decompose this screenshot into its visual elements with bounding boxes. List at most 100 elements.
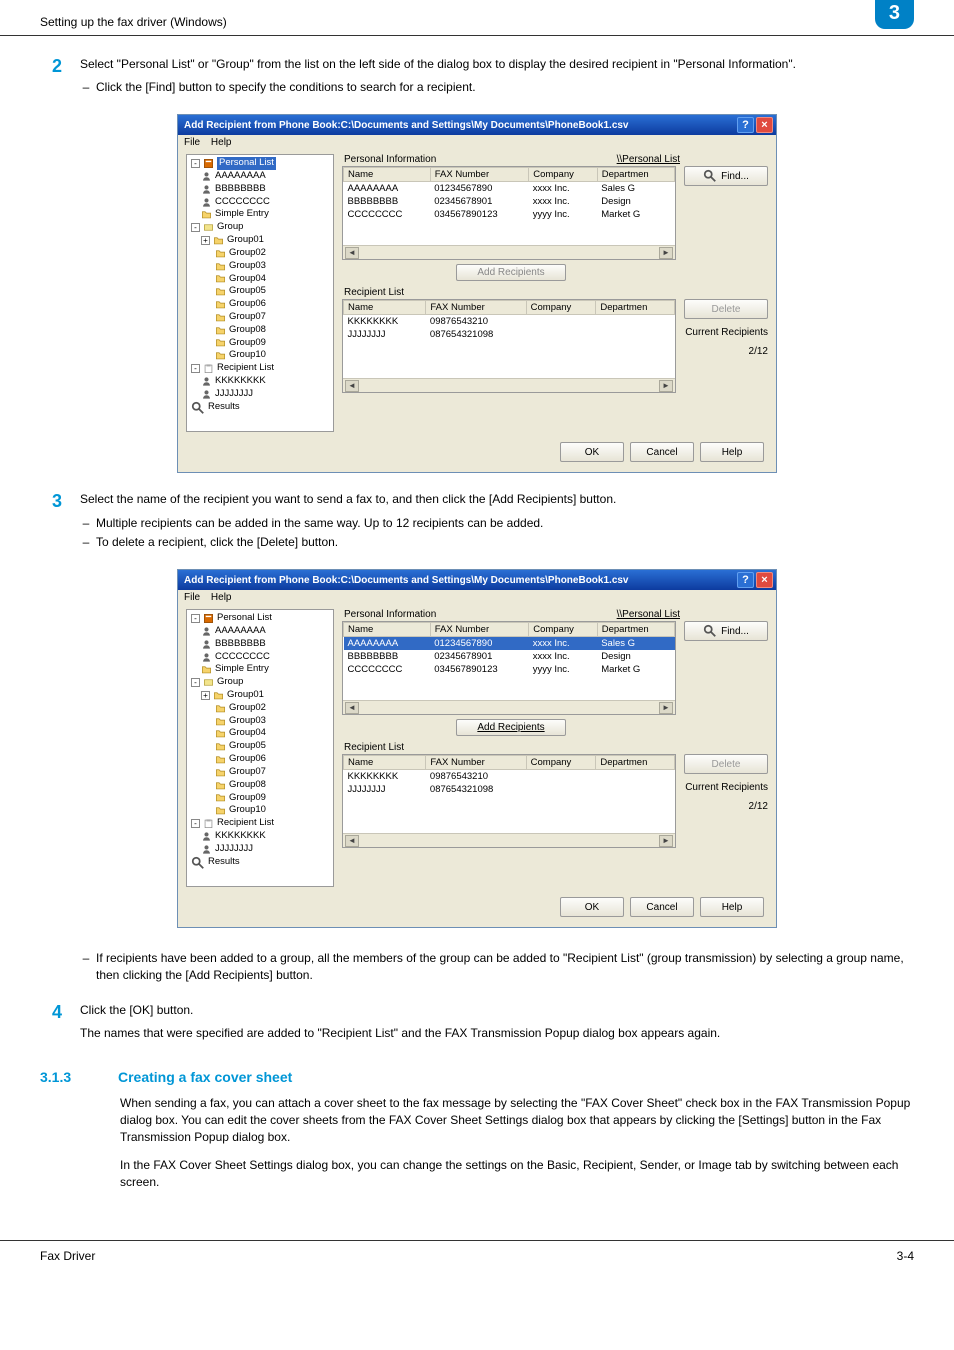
column-header[interactable]: Name bbox=[344, 301, 426, 315]
tree-personal-list[interactable]: Personal List bbox=[217, 612, 272, 625]
tree-item[interactable]: JJJJJJJJ bbox=[215, 388, 253, 401]
delete-button[interactable]: Delete bbox=[684, 299, 768, 319]
column-header[interactable]: Name bbox=[344, 756, 426, 770]
tree-group[interactable]: Group bbox=[217, 676, 243, 689]
menu-file[interactable]: File bbox=[184, 137, 200, 148]
tree-item[interactable]: AAAAAAAA bbox=[215, 625, 266, 638]
menu-help[interactable]: Help bbox=[211, 592, 232, 603]
ok-button[interactable]: OK bbox=[560, 442, 624, 462]
column-header[interactable]: Name bbox=[344, 623, 431, 637]
personal-info-list[interactable]: NameFAX NumberCompanyDepartmenAAAAAAAA01… bbox=[342, 166, 676, 260]
help-button[interactable]: Help bbox=[700, 897, 764, 917]
scroll-right-icon[interactable]: ► bbox=[659, 247, 673, 259]
tree-item[interactable]: Group01 bbox=[227, 234, 264, 247]
column-header[interactable]: Departmen bbox=[597, 168, 674, 182]
scroll-right-icon[interactable]: ► bbox=[659, 702, 673, 714]
column-header[interactable]: Departmen bbox=[597, 623, 674, 637]
tree-personal-list[interactable]: Personal List bbox=[217, 157, 276, 170]
column-header[interactable]: FAX Number bbox=[430, 623, 528, 637]
table-row[interactable]: JJJJJJJJ087654321098 bbox=[344, 328, 675, 341]
close-icon[interactable]: × bbox=[756, 117, 773, 133]
scroll-left-icon[interactable]: ◄ bbox=[345, 380, 359, 392]
table-row[interactable]: CCCCCCCC034567890123yyyy Inc.Market G bbox=[344, 208, 675, 221]
tree-results[interactable]: Results bbox=[208, 401, 240, 414]
tree-item[interactable]: Group07 bbox=[229, 311, 266, 324]
tree-item[interactable]: Group07 bbox=[229, 766, 266, 779]
add-recipients-button[interactable]: Add Recipients bbox=[456, 719, 565, 736]
tree-item[interactable]: Simple Entry bbox=[215, 208, 269, 221]
cancel-button[interactable]: Cancel bbox=[630, 442, 694, 462]
column-header[interactable]: Company bbox=[529, 623, 598, 637]
tree-item[interactable]: Simple Entry bbox=[215, 663, 269, 676]
tree-item[interactable]: Group03 bbox=[229, 260, 266, 273]
recipient-list[interactable]: NameFAX NumberCompanyDepartmenKKKKKKKK09… bbox=[342, 299, 676, 393]
tree-item[interactable]: Group09 bbox=[229, 337, 266, 350]
tree-item[interactable]: Group08 bbox=[229, 324, 266, 337]
tree-item[interactable]: Group05 bbox=[229, 740, 266, 753]
find-button[interactable]: Find... bbox=[684, 166, 768, 186]
tree-item[interactable]: CCCCCCCC bbox=[215, 651, 270, 664]
scroll-left-icon[interactable]: ◄ bbox=[345, 247, 359, 259]
add-recipients-button[interactable]: Add Recipients bbox=[456, 264, 565, 281]
column-header[interactable]: Company bbox=[529, 168, 598, 182]
tree-item[interactable]: Group06 bbox=[229, 298, 266, 311]
tree-recipient-list[interactable]: Recipient List bbox=[217, 362, 274, 375]
tree-item[interactable]: Group10 bbox=[229, 804, 266, 817]
scroll-right-icon[interactable]: ► bbox=[659, 380, 673, 392]
table-row[interactable]: CCCCCCCC034567890123yyyy Inc.Market G bbox=[344, 663, 675, 676]
column-header[interactable]: FAX Number bbox=[426, 756, 526, 770]
tree-item[interactable]: Group02 bbox=[229, 247, 266, 260]
help-button[interactable]: Help bbox=[700, 442, 764, 462]
tree-item[interactable]: AAAAAAAA bbox=[215, 170, 266, 183]
table-row[interactable]: KKKKKKKK09876543210 bbox=[344, 315, 675, 329]
table-row[interactable]: AAAAAAAA01234567890xxxx Inc.Sales G bbox=[344, 182, 675, 196]
tree-item[interactable]: Group01 bbox=[227, 689, 264, 702]
table-row[interactable]: AAAAAAAA01234567890xxxx Inc.Sales G bbox=[344, 637, 675, 651]
column-header[interactable]: Departmen bbox=[596, 756, 675, 770]
help-icon[interactable]: ? bbox=[737, 117, 754, 133]
help-icon[interactable]: ? bbox=[737, 572, 754, 588]
table-row[interactable]: JJJJJJJJ087654321098 bbox=[344, 783, 675, 796]
personal-info-list[interactable]: NameFAX NumberCompanyDepartmenAAAAAAAA01… bbox=[342, 621, 676, 715]
table-row[interactable]: BBBBBBBB02345678901xxxx Inc.Design bbox=[344, 195, 675, 208]
tree-item[interactable]: JJJJJJJJ bbox=[215, 843, 253, 856]
tree-item[interactable]: BBBBBBBB bbox=[215, 638, 266, 651]
find-button[interactable]: Find... bbox=[684, 621, 768, 641]
close-icon[interactable]: × bbox=[756, 572, 773, 588]
column-header[interactable]: FAX Number bbox=[430, 168, 528, 182]
scroll-left-icon[interactable]: ◄ bbox=[345, 702, 359, 714]
tree-recipient-list[interactable]: Recipient List bbox=[217, 817, 274, 830]
column-header[interactable]: Name bbox=[344, 168, 431, 182]
tree-item[interactable]: Group04 bbox=[229, 727, 266, 740]
tree-item[interactable]: Group06 bbox=[229, 753, 266, 766]
table-row[interactable]: KKKKKKKK09876543210 bbox=[344, 770, 675, 784]
cancel-button[interactable]: Cancel bbox=[630, 897, 694, 917]
scroll-left-icon[interactable]: ◄ bbox=[345, 835, 359, 847]
menu-file[interactable]: File bbox=[184, 592, 200, 603]
column-header[interactable]: Departmen bbox=[596, 301, 675, 315]
phonebook-tree[interactable]: -Personal ListAAAAAAAABBBBBBBBCCCCCCCCSi… bbox=[186, 154, 334, 432]
delete-button[interactable]: Delete bbox=[684, 754, 768, 774]
personal-list-link[interactable]: \\Personal List bbox=[617, 609, 680, 620]
column-header[interactable]: Company bbox=[526, 756, 596, 770]
tree-item[interactable]: Group02 bbox=[229, 702, 266, 715]
tree-item[interactable]: CCCCCCCC bbox=[215, 196, 270, 209]
phonebook-tree[interactable]: -Personal ListAAAAAAAABBBBBBBBCCCCCCCCSi… bbox=[186, 609, 334, 887]
tree-item[interactable]: Group09 bbox=[229, 792, 266, 805]
tree-item[interactable]: KKKKKKKK bbox=[215, 830, 266, 843]
tree-results[interactable]: Results bbox=[208, 856, 240, 869]
recipient-list[interactable]: NameFAX NumberCompanyDepartmenKKKKKKKK09… bbox=[342, 754, 676, 848]
tree-item[interactable]: BBBBBBBB bbox=[215, 183, 266, 196]
tree-group[interactable]: Group bbox=[217, 221, 243, 234]
tree-item[interactable]: Group08 bbox=[229, 779, 266, 792]
scroll-right-icon[interactable]: ► bbox=[659, 835, 673, 847]
ok-button[interactable]: OK bbox=[560, 897, 624, 917]
personal-list-link[interactable]: \\Personal List bbox=[617, 154, 680, 165]
tree-item[interactable]: Group10 bbox=[229, 349, 266, 362]
tree-item[interactable]: Group03 bbox=[229, 715, 266, 728]
tree-item[interactable]: KKKKKKKK bbox=[215, 375, 266, 388]
column-header[interactable]: Company bbox=[526, 301, 596, 315]
table-row[interactable]: BBBBBBBB02345678901xxxx Inc.Design bbox=[344, 650, 675, 663]
column-header[interactable]: FAX Number bbox=[426, 301, 526, 315]
tree-item[interactable]: Group05 bbox=[229, 285, 266, 298]
